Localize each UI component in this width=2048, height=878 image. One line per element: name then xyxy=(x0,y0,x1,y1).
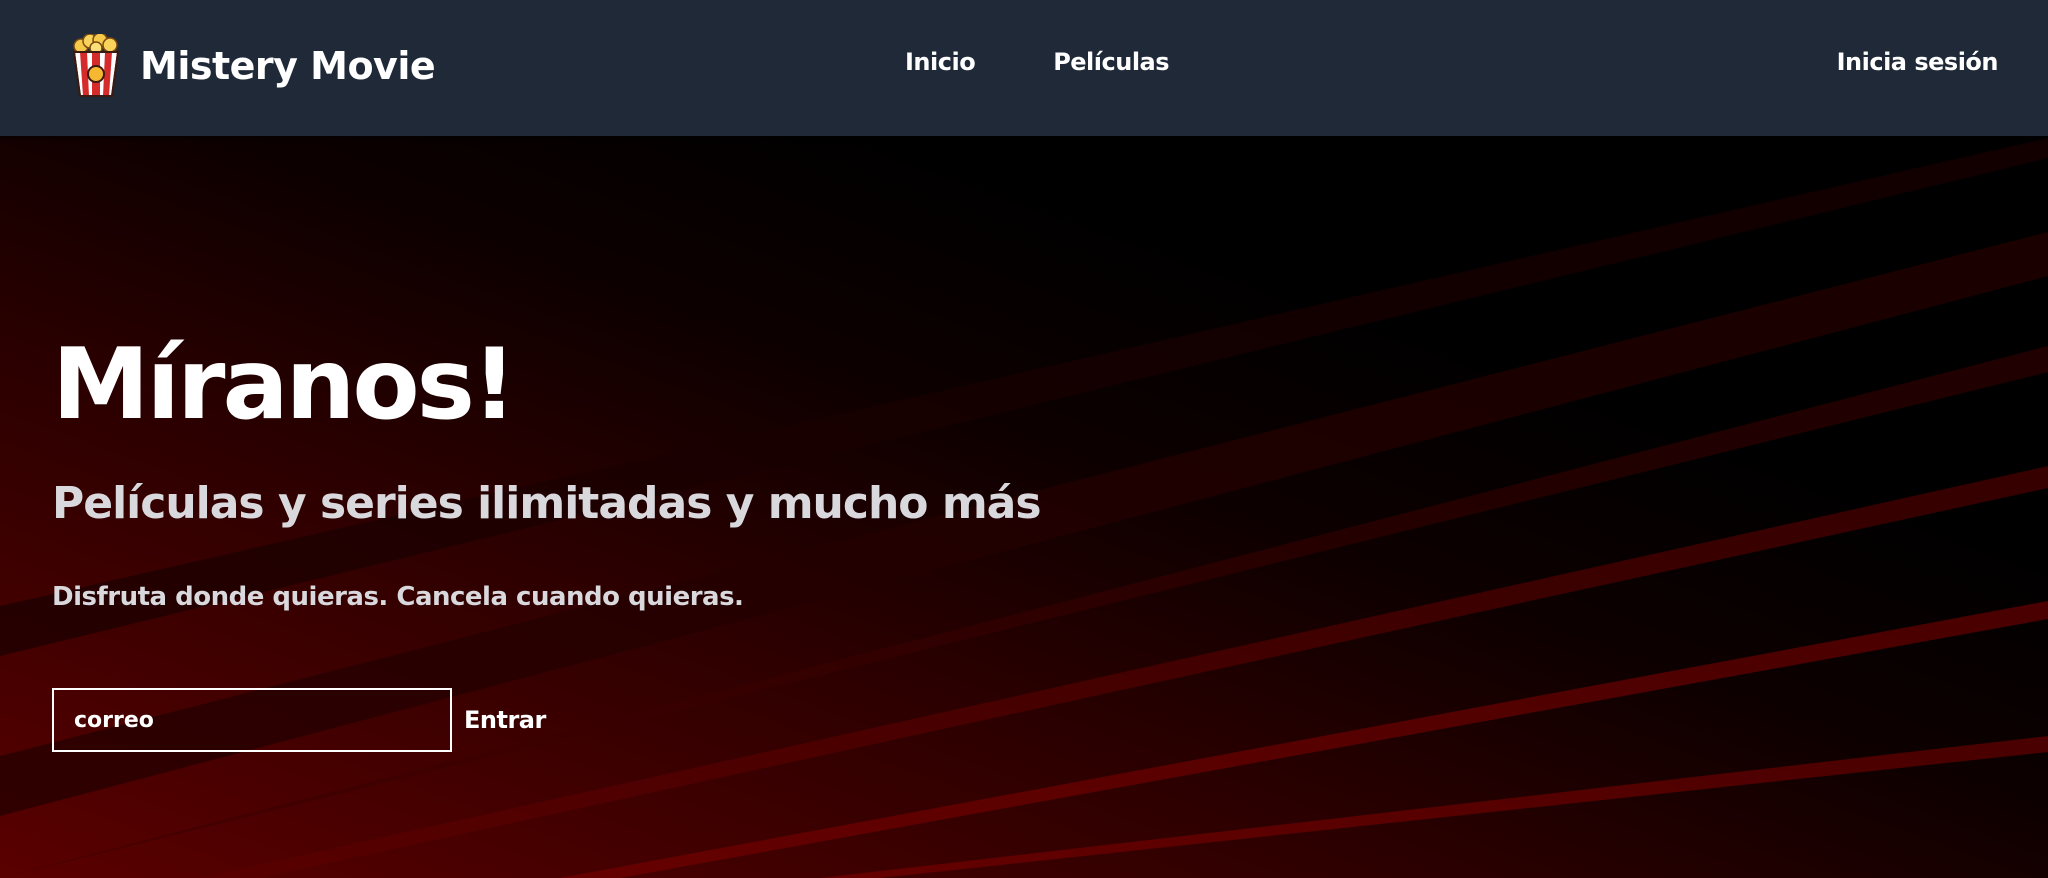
nav-link-inicio[interactable]: Inicio xyxy=(905,48,976,76)
nav-link-peliculas[interactable]: Películas xyxy=(1053,48,1169,76)
hero-title: Míranos! xyxy=(52,328,517,442)
hero-tagline: Disfruta donde quieras. Cancela cuando q… xyxy=(52,582,744,612)
email-input[interactable] xyxy=(52,688,452,752)
hero-section: Míranos! Películas y series ilimitadas y… xyxy=(0,136,2048,878)
popcorn-icon xyxy=(72,34,120,97)
login-link[interactable]: Inicia sesión xyxy=(1837,48,1999,76)
signup-form: Entrar xyxy=(52,688,546,752)
main-nav: Inicio Películas xyxy=(905,48,1170,76)
brand-link[interactable]: Mistery Movie xyxy=(70,34,436,98)
top-navbar: Mistery Movie Inicio Películas Inicia se… xyxy=(0,0,2048,136)
enter-button[interactable]: Entrar xyxy=(464,706,546,734)
brand-name: Mistery Movie xyxy=(140,44,436,88)
hero-subtitle: Películas y series ilimitadas y mucho má… xyxy=(52,478,1042,529)
